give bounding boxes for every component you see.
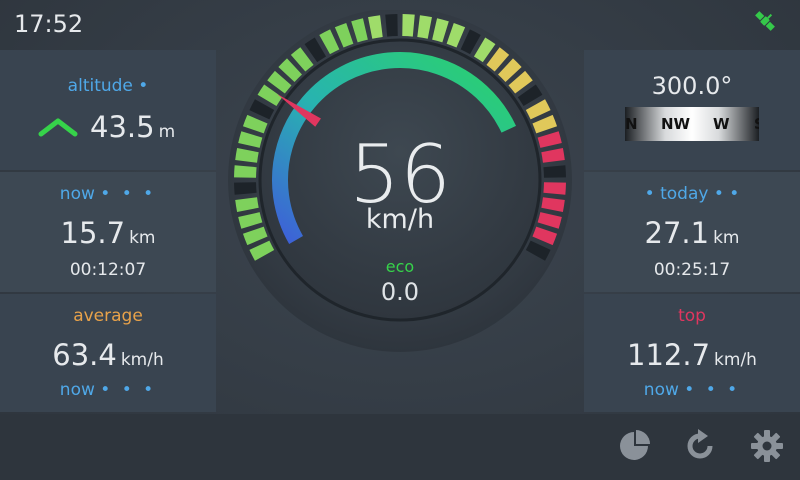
average-footer: now • • •	[59, 380, 157, 400]
trip-today-label: • today • •	[644, 184, 740, 204]
compass-strip: N NW W S	[625, 107, 759, 141]
trip-now-time: 00:12:07	[69, 260, 147, 280]
trip-today-time: 00:25:17	[653, 260, 731, 280]
trip-today-distance: 27.1 km	[644, 216, 740, 250]
altitude-value: 43.5 m	[90, 110, 176, 144]
gauge-tick-segment	[543, 165, 566, 178]
top-speed-panel[interactable]: top 112.7 km/h now • • •	[584, 294, 800, 412]
altitude-label: altitude •	[67, 76, 149, 96]
compass-s: S	[754, 115, 759, 133]
clock: 17:52	[14, 10, 84, 38]
compass-w: W	[713, 115, 730, 133]
trip-now-distance: 15.7 km	[60, 216, 156, 250]
satellite-icon	[755, 11, 775, 31]
average-speed-panel[interactable]: average 63.4 km/h now • • •	[0, 294, 216, 412]
gauge-tick-segment	[402, 14, 415, 37]
trip-now-label: now • • •	[59, 184, 157, 204]
average-value: 63.4 km/h	[52, 338, 164, 372]
top-footer: now • • •	[643, 380, 741, 400]
heading-value: 300.0°	[651, 72, 733, 100]
altitude-panel[interactable]: altitude • 43.5 m	[0, 50, 216, 170]
refresh-icon[interactable]	[682, 428, 718, 464]
compass-nw: NW	[661, 115, 691, 133]
speed-unit: km/h	[365, 204, 435, 235]
average-label: average	[73, 306, 143, 326]
compass-n: N	[625, 115, 638, 133]
gauge-tick-segment	[385, 14, 398, 37]
eco-label: eco	[385, 257, 415, 276]
gauge-tick-segment	[543, 182, 566, 195]
trip-now-panel[interactable]: now • • • 15.7 km 00:12:07	[0, 172, 216, 292]
gauge-tick-segment	[234, 182, 257, 195]
bottom-toolbar	[0, 414, 800, 480]
top-label: top	[678, 306, 706, 326]
top-value: 112.7 km/h	[627, 338, 757, 372]
gauge-tick-segment	[234, 165, 257, 178]
gear-icon[interactable]	[749, 428, 785, 464]
up-arrow-icon	[38, 118, 78, 137]
pie-chart-icon[interactable]	[616, 428, 652, 464]
trip-today-panel[interactable]: • today • • 27.1 km 00:25:17	[584, 172, 800, 292]
eco-value: 0.0	[380, 278, 420, 306]
